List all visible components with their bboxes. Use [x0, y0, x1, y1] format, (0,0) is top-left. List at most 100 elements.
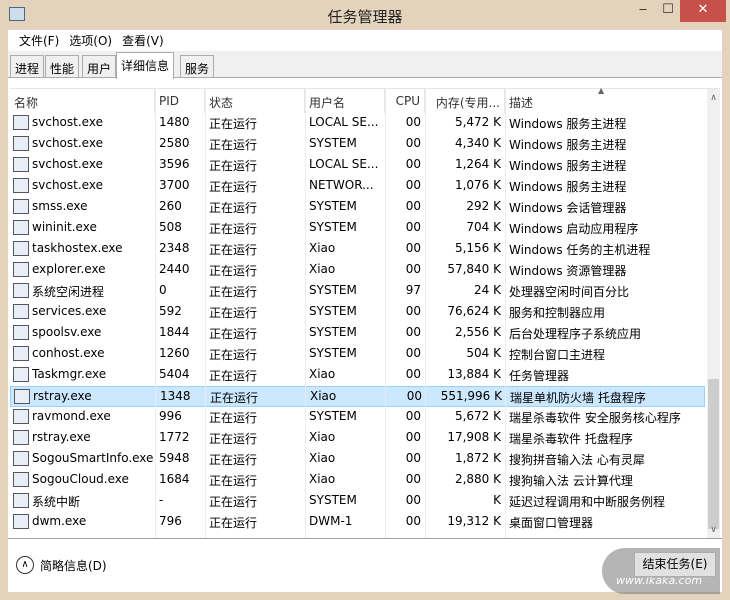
cell-username: Xiao [310, 389, 337, 403]
table-row[interactable]: conhost.exe 1260 正在运行 SYSTEM 00 504 K 控制台窗口主进程 [10, 344, 705, 365]
cell-username: LOCAL SE... [309, 157, 379, 171]
column-username[interactable]: 用户名 [305, 89, 385, 113]
column-divider [385, 89, 386, 538]
cell-pid: 1480 [159, 115, 190, 129]
column-memory[interactable]: 内存(专用... [425, 89, 505, 113]
tab-details[interactable]: 详细信息 [116, 52, 175, 79]
cell-memory: 551,996 K [440, 389, 502, 403]
column-pid[interactable]: PID [155, 89, 205, 113]
cell-status: 正在运行 [209, 264, 258, 278]
cell-username: DWM-1 [309, 514, 353, 528]
cell-status: 正在运行 [209, 117, 258, 131]
table-row[interactable]: explorer.exe 2440 正在运行 Xiao 00 57,840 K Window… [10, 260, 705, 281]
cell-description: 搜狗输入法 云计算代理 [509, 474, 633, 488]
cell-description: 瑞星杀毒软件 托盘程序 [509, 432, 633, 446]
process-icon [13, 514, 29, 529]
menu-view[interactable]: 查看(V) [117, 30, 169, 51]
menu-options[interactable]: 选项(O) [64, 30, 117, 51]
cell-description: Windows 资源管理器 [509, 264, 627, 278]
table-row[interactable]: rstray.exe 1772 正在运行 Xiao 00 17,908 K 瑞星杀毒软件 托… [10, 428, 705, 449]
scrollbar-thumb[interactable] [708, 379, 719, 529]
column-status[interactable]: 状态 [205, 89, 305, 113]
cell-pid: 2348 [159, 241, 190, 255]
column-divider [425, 89, 426, 538]
cell-cpu: 00 [405, 136, 421, 150]
cell-status: 正在运行 [209, 201, 258, 215]
tab-services[interactable]: 服务 [180, 55, 215, 78]
table-row[interactable]: wininit.exe 508 正在运行 SYSTEM 00 704 K Windows 启… [10, 218, 705, 239]
table-row[interactable]: services.exe 592 正在运行 SYSTEM 00 76,624 K 服务和控制… [10, 302, 705, 323]
cell-pid: 1684 [159, 472, 190, 486]
table-row[interactable]: spoolsv.exe 1844 正在运行 SYSTEM 00 2,556 K 后台处理程序… [10, 323, 705, 344]
cell-cpu: 97 [405, 283, 421, 297]
cell-username: SYSTEM [309, 136, 357, 150]
table-row[interactable]: svchost.exe 1480 正在运行 LOCAL SE... 00 5,472 K W… [10, 113, 705, 134]
table-row[interactable]: SogouCloud.exe 1684 正在运行 Xiao 00 2,880 K 搜狗输入法… [10, 470, 705, 491]
process-icon [13, 451, 29, 466]
cell-name: spoolsv.exe [32, 325, 102, 339]
cell-memory: 57,840 K [447, 262, 501, 276]
maximize-button[interactable]: ☐ [656, 0, 680, 22]
cell-pid: 796 [159, 514, 182, 528]
tab-processes[interactable]: 进程 [10, 55, 45, 78]
column-name[interactable]: 名称 [10, 89, 155, 113]
cell-pid: 592 [159, 304, 182, 318]
cell-username: NETWOR... [309, 178, 374, 192]
cell-memory: 1,872 K [454, 451, 501, 465]
table-row[interactable]: svchost.exe 2580 正在运行 SYSTEM 00 4,340 K Window… [10, 134, 705, 155]
tab-bar: 进程 性能 用户 详细信息 服务 [8, 51, 722, 79]
tab-performance[interactable]: 性能 [45, 55, 80, 78]
tab-users[interactable]: 用户 [82, 55, 117, 78]
minimize-button[interactable]: ‒ [630, 0, 656, 22]
cell-status: 正在运行 [209, 369, 258, 383]
table-row[interactable]: Taskmgr.exe 5404 正在运行 Xiao 00 13,884 K 任务管理器 [10, 365, 705, 386]
cell-description: 搜狗拼音输入法 心有灵犀 [509, 453, 645, 467]
column-cpu[interactable]: CPU [385, 89, 425, 113]
cell-memory: 2,880 K [454, 472, 501, 486]
scroll-up-icon[interactable]: ∧ [707, 93, 720, 103]
cell-pid: - [159, 493, 164, 507]
cell-description: 任务管理器 [509, 369, 570, 383]
cell-cpu: 00 [405, 199, 421, 213]
cell-status: 正在运行 [209, 306, 258, 320]
cell-cpu: 00 [405, 157, 421, 171]
cell-description: 瑞星杀毒软件 安全服务核心程序 [509, 411, 681, 425]
cell-memory: 5,156 K [454, 241, 501, 255]
table-row[interactable]: 系统中断 - 正在运行 SYSTEM 00 K 延迟过程调用和中断服务例程 [10, 491, 705, 512]
table-row[interactable]: svchost.exe 3596 正在运行 LOCAL SE... 00 1,264 K W… [10, 155, 705, 176]
cell-description: Windows 服务主进程 [509, 117, 627, 131]
column-description[interactable]: 描述 [505, 89, 706, 113]
cell-username: Xiao [309, 241, 336, 255]
window-title: 任务管理器 [327, 8, 403, 26]
cell-name: 系统中断 [32, 495, 81, 509]
cell-username: Xiao [309, 262, 336, 276]
process-icon [13, 283, 29, 298]
table-row[interactable]: 系统空闲进程 0 正在运行 SYSTEM 97 24 K 处理器空闲时间百分比 [10, 281, 705, 302]
scroll-down-icon[interactable]: ∨ [707, 525, 720, 535]
end-task-button[interactable]: 结束任务(E) [634, 552, 716, 577]
cell-pid: 1844 [159, 325, 190, 339]
cell-status: 正在运行 [209, 138, 258, 152]
process-icon [13, 178, 29, 193]
cell-pid: 2440 [159, 262, 190, 276]
table-row[interactable]: ravmond.exe 996 正在运行 SYSTEM 00 5,672 K 瑞星杀毒软件 … [10, 407, 705, 428]
cell-name: rstray.exe [33, 389, 92, 403]
cell-pid: 5404 [159, 367, 190, 381]
table-row[interactable]: rstray.exe 1348 正在运行 Xiao 00 551,996 K 瑞星单机防火墙… [10, 386, 705, 407]
close-button[interactable]: ✕ [680, 0, 726, 22]
menu-file[interactable]: 文件(F) [14, 30, 64, 51]
cell-name: taskhostex.exe [32, 241, 123, 255]
cell-cpu: 00 [406, 389, 422, 403]
process-icon [13, 409, 29, 424]
vertical-scrollbar[interactable]: ∧ ∨ [707, 89, 720, 539]
table-row[interactable]: smss.exe 260 正在运行 SYSTEM 00 292 K Windows 会话管理… [10, 197, 705, 218]
cell-memory: 5,672 K [454, 409, 501, 423]
fewer-details-button[interactable]: ∧ 简略信息(D) [16, 556, 107, 574]
table-row[interactable]: taskhostex.exe 2348 正在运行 Xiao 00 5,156 K Windo… [10, 239, 705, 260]
table-row[interactable]: svchost.exe 3700 正在运行 NETWOR... 00 1,076 K Win… [10, 176, 705, 197]
process-icon [14, 389, 30, 404]
cell-cpu: 00 [405, 325, 421, 339]
table-row[interactable]: SogouSmartInfo.exe 5948 正在运行 Xiao 00 1,872 K 搜… [10, 449, 705, 470]
table-row[interactable]: dwm.exe 796 正在运行 DWM-1 00 19,312 K 桌面窗口管理器 [10, 512, 705, 533]
process-icon [13, 115, 29, 130]
